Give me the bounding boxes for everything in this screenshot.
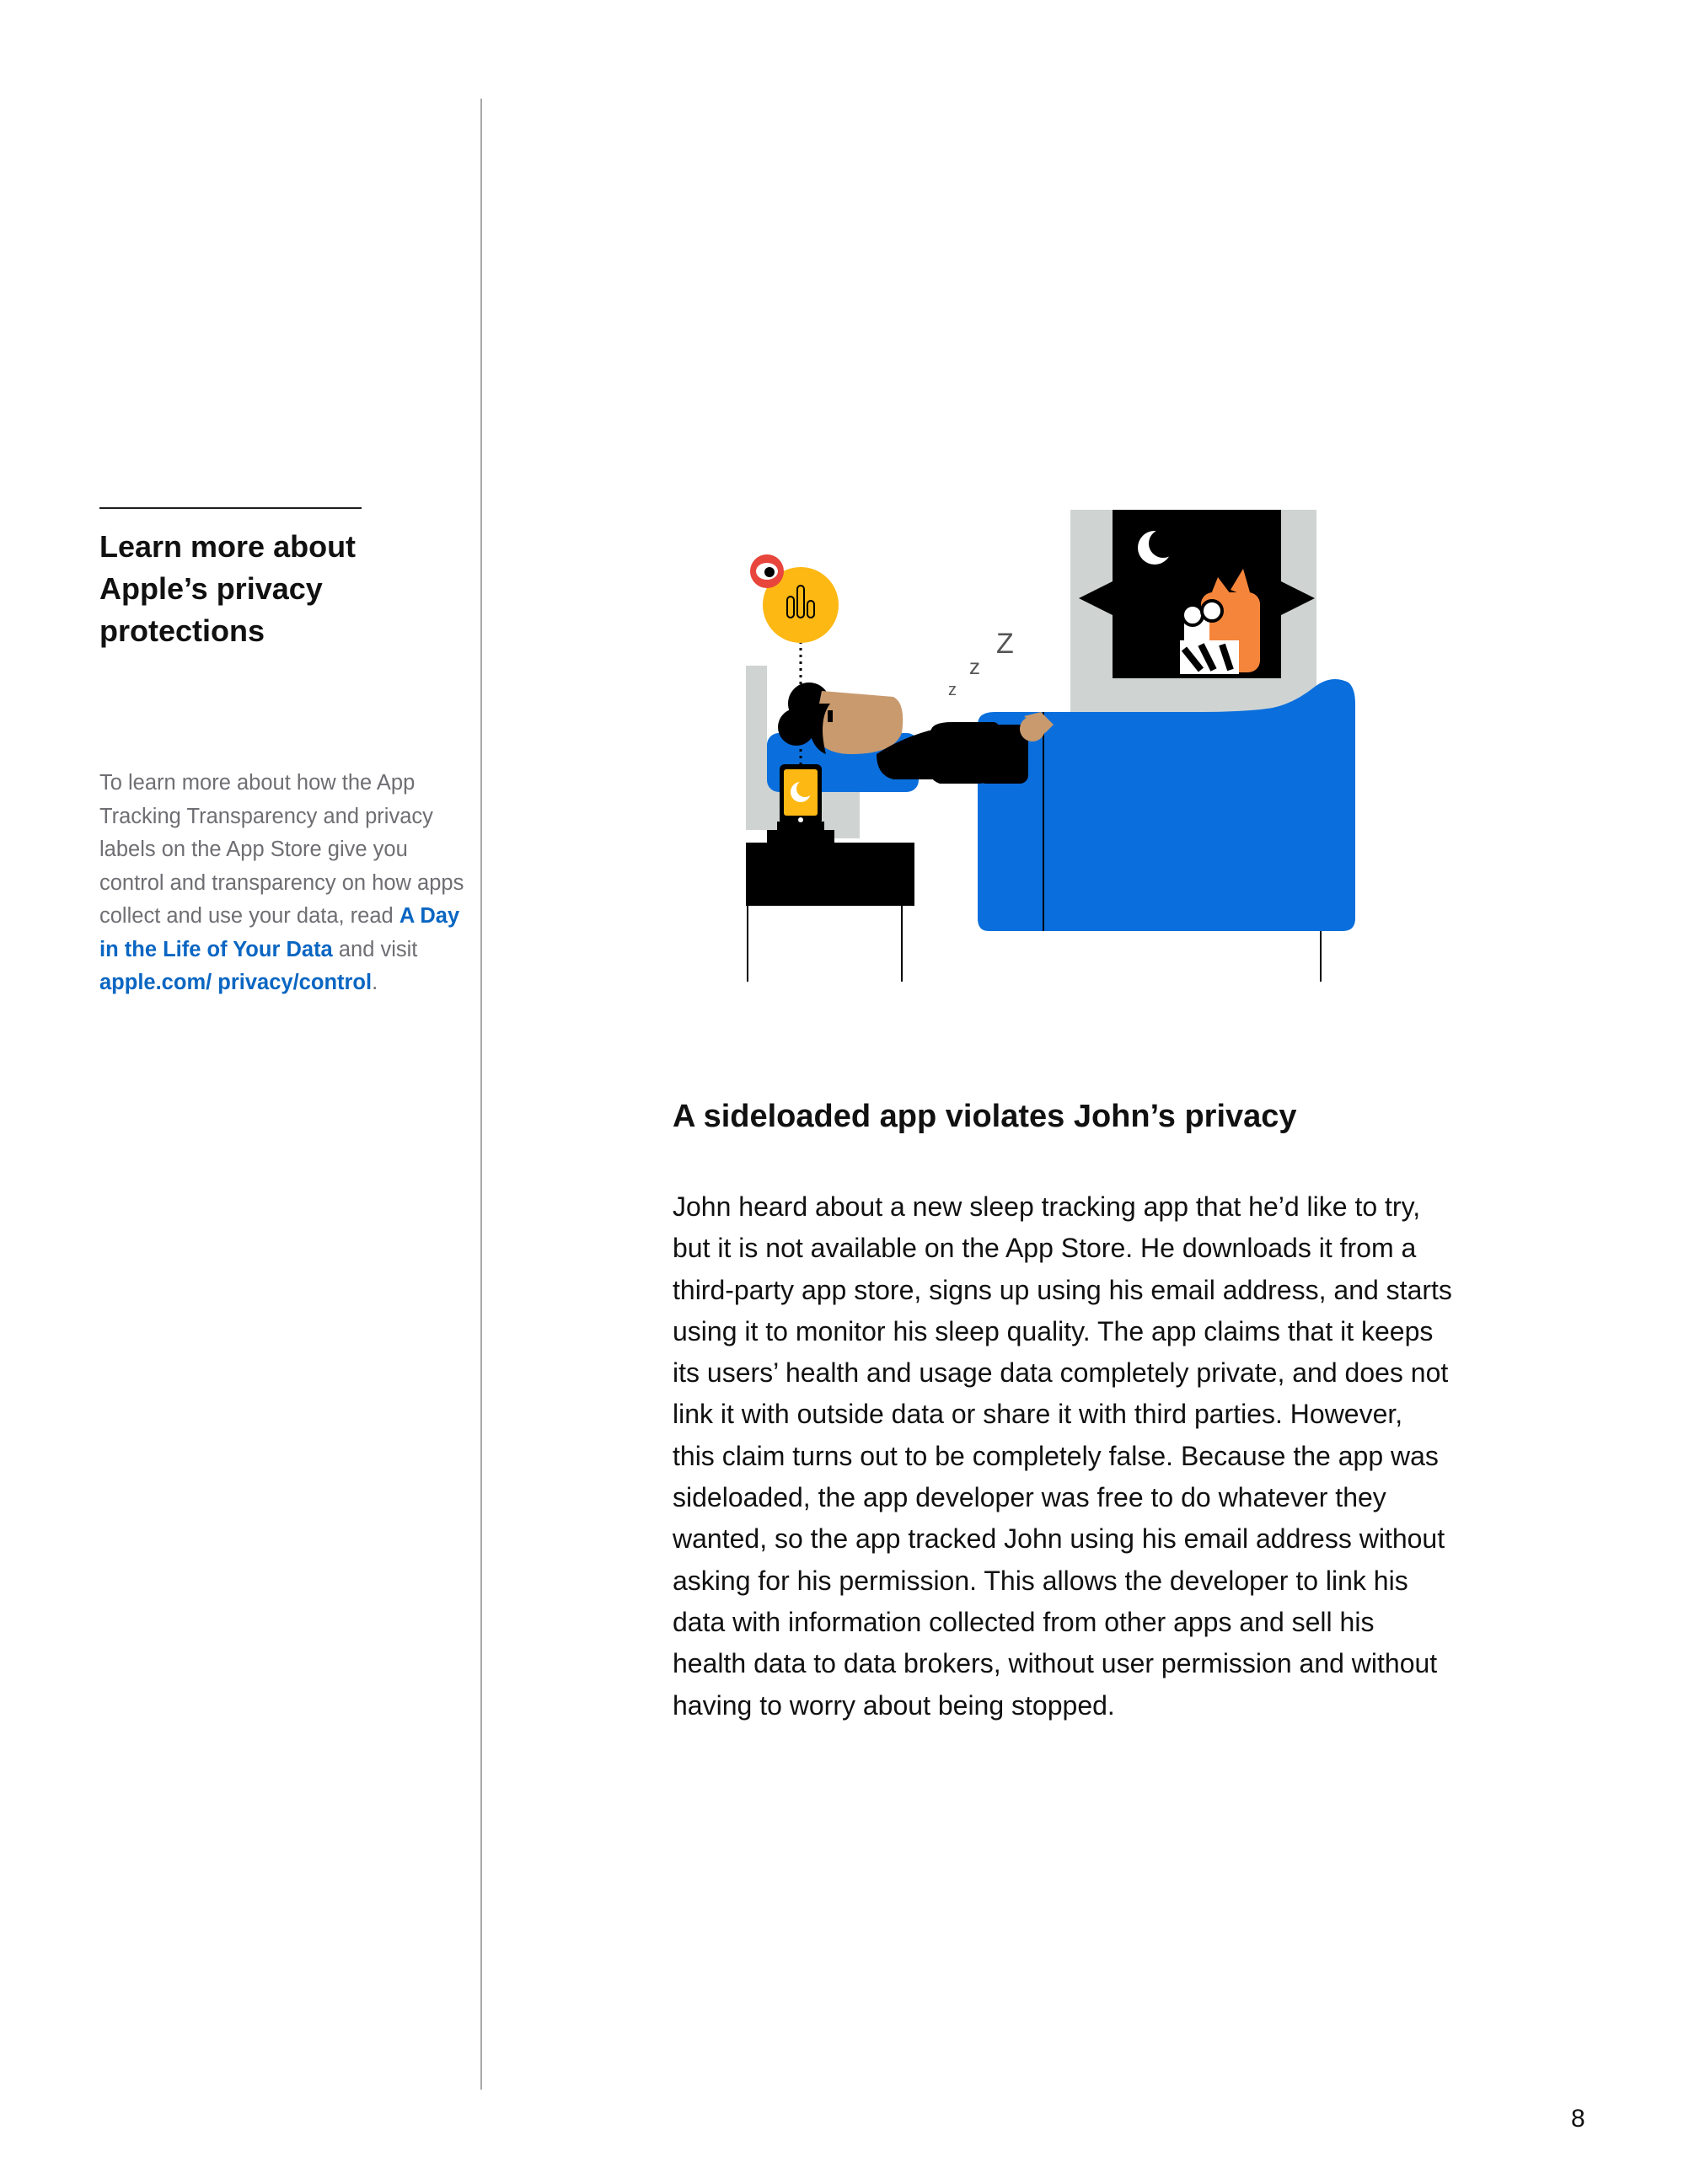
body-line: John heard about a new sleep tracking ap…: [673, 1191, 1421, 1222]
sidebar-rule: [99, 507, 362, 509]
body-line: third-party app store, signs up using hi…: [673, 1274, 1452, 1305]
sleep-z-medium: z: [969, 654, 980, 679]
body-line: wanted, so the app tracked John using hi…: [673, 1523, 1445, 1555]
privacy-control-link[interactable]: apple.com/ privacy/control: [99, 971, 372, 994]
body-line: data with information collected from oth…: [673, 1606, 1375, 1637]
sidebar-heading-line: Apple’s privacy: [99, 571, 323, 606]
body-line: having to worry about being stopped.: [673, 1689, 1115, 1721]
phone-dock: [767, 830, 834, 845]
sidebar-heading: Learn more about Apple’s privacy protect…: [99, 526, 403, 652]
column-divider: [480, 99, 482, 2090]
eye-icon: [750, 554, 784, 588]
body-line: its users’ health and usage data complet…: [673, 1357, 1449, 1389]
page-number: 8: [1571, 2105, 1585, 2133]
phone-icon: [780, 764, 822, 825]
sidebar-body: To learn more about how the App Tracking…: [99, 767, 470, 1000]
article-heading: A sideloaded app violates John’s privacy: [673, 1099, 1297, 1134]
nightstand: [746, 843, 914, 906]
sleep-z-large: Z: [996, 628, 1014, 660]
body-line: sideloaded, the app developer was free t…: [673, 1482, 1386, 1513]
sleep-illustration: z z Z: [746, 510, 1355, 982]
body-line: link it with outside data or share it wi…: [673, 1399, 1403, 1430]
sidebar-heading-line: protections: [99, 613, 265, 648]
body-line: this claim turns out to be completely fa…: [673, 1440, 1439, 1471]
headboard: [746, 666, 767, 830]
body-line: but it is not available on the App Store…: [673, 1233, 1417, 1264]
body-line: asking for his permission. This allows t…: [673, 1565, 1408, 1596]
sleep-z-small: z: [948, 681, 957, 699]
sidebar-heading-line: Learn more about: [99, 529, 357, 564]
sidebar-body-end: .: [372, 971, 378, 994]
article-body: John heard about a new sleep tracking ap…: [673, 1186, 1499, 1726]
body-line: using it to monitor his sleep quality. T…: [673, 1315, 1434, 1346]
body-line: health data to data brokers, without use…: [673, 1648, 1438, 1679]
sidebar-body-mid: and visit: [332, 937, 418, 961]
